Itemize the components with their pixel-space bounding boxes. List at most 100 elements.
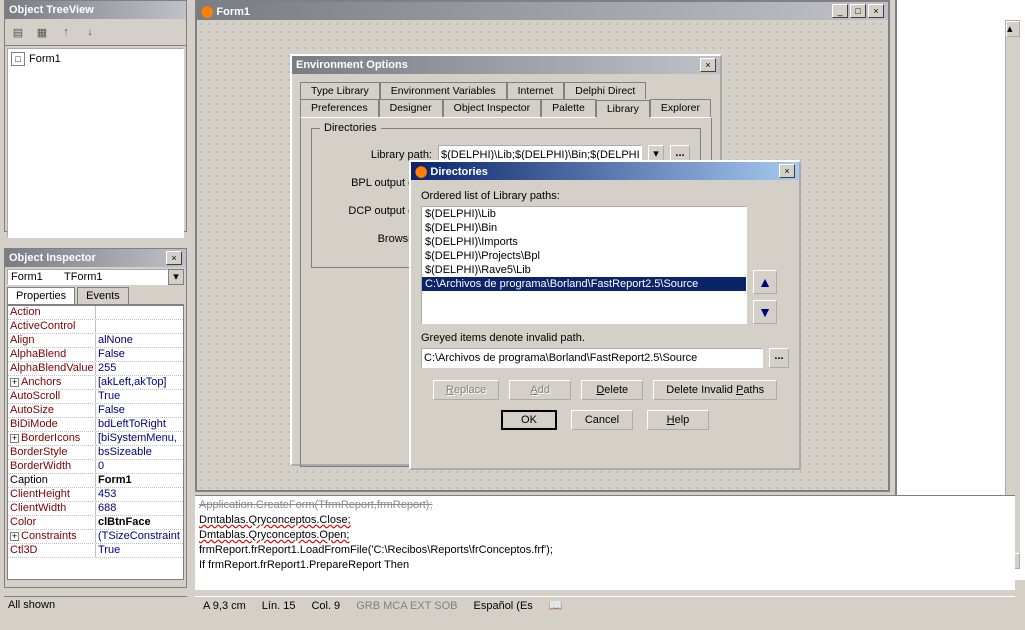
prop-row-constraints[interactable]: +Constraints(TSizeConstraint (8, 530, 183, 544)
tree-body[interactable]: □ Form1 (7, 48, 184, 238)
prop-value[interactable]: True (96, 544, 183, 557)
prop-row-borderstyle[interactable]: BorderStylebsSizeable (8, 446, 183, 460)
tree-down-icon[interactable]: ↓ (81, 23, 99, 41)
prop-row-alphablend[interactable]: AlphaBlendFalse (8, 348, 183, 362)
close-icon[interactable]: × (166, 251, 182, 265)
tab-type-library[interactable]: Type Library (300, 82, 380, 99)
book-icon[interactable]: 📖 (549, 599, 563, 612)
prop-name: Color (8, 516, 96, 529)
list-item[interactable]: C:\Archivos de programa\Borland\FastRepo… (422, 277, 746, 291)
prop-row-color[interactable]: ColorclBtnFace (8, 516, 183, 530)
expand-icon[interactable]: + (10, 532, 19, 541)
list-item[interactable]: $(DELPHI)\Rave5\Lib (422, 263, 746, 277)
prop-row-anchors[interactable]: +Anchors[akLeft,akTop] (8, 376, 183, 390)
status-flag: EXT (410, 600, 434, 612)
tab-designer[interactable]: Designer (379, 99, 443, 117)
tab-explorer[interactable]: Explorer (650, 99, 711, 117)
list-item[interactable]: $(DELPHI)\Imports (422, 235, 746, 249)
tree-tool-2-icon[interactable]: ▦ (33, 23, 51, 41)
prop-row-alphablendvalue[interactable]: AlphaBlendValue255 (8, 362, 183, 376)
dir-edit-input[interactable] (421, 348, 763, 368)
tree-up-icon[interactable]: ↑ (57, 23, 75, 41)
tab-events[interactable]: Events (77, 287, 129, 304)
prop-value[interactable]: [biSystemMenu, (96, 432, 183, 445)
tab-internet[interactable]: Internet (507, 82, 565, 99)
prop-row-caption[interactable]: CaptionForm1 (8, 474, 183, 488)
replace-button[interactable]: Replace (433, 380, 499, 400)
form-titlebar[interactable]: ⬤ Form1 _ □ × (197, 2, 888, 20)
prop-name: +Anchors (8, 376, 96, 389)
tab-environment-variables[interactable]: Environment Variables (380, 82, 507, 99)
scrollbar-vertical[interactable]: ▴ ▾ (1005, 20, 1021, 570)
prop-value[interactable]: [akLeft,akTop] (96, 376, 183, 389)
prop-value[interactable]: bsSizeable (96, 446, 183, 459)
expand-icon[interactable]: + (10, 434, 19, 443)
prop-row-bordericons[interactable]: +BorderIcons[biSystemMenu, (8, 432, 183, 446)
prop-row-clientheight[interactable]: ClientHeight453 (8, 488, 183, 502)
prop-row-activecontrol[interactable]: ActiveControl (8, 320, 183, 334)
prop-value[interactable]: 453 (96, 488, 183, 501)
inspector-combo-input[interactable] (7, 269, 168, 285)
prop-row-action[interactable]: Action (8, 306, 183, 320)
code-editor[interactable]: Application.CreateForm(TfrmReport,frmRep… (195, 495, 1015, 590)
prop-row-autosize[interactable]: AutoSizeFalse (8, 404, 183, 418)
inspector-object-combo[interactable]: ▾ (7, 269, 184, 285)
prop-name: AutoSize (8, 404, 96, 417)
prop-name: BiDiMode (8, 418, 96, 431)
tab-palette[interactable]: Palette (541, 99, 596, 117)
prop-value[interactable] (96, 306, 183, 319)
close-icon[interactable]: × (700, 58, 716, 72)
prop-value[interactable]: (TSizeConstraint (96, 530, 183, 543)
browse-button[interactable]: ... (769, 348, 789, 368)
close-icon[interactable]: × (779, 164, 795, 178)
prop-value[interactable]: clBtnFace (96, 516, 183, 529)
prop-row-ctl3d[interactable]: Ctl3DTrue (8, 544, 183, 558)
delete-button[interactable]: Delete (581, 380, 643, 400)
list-item[interactable]: $(DELPHI)\Projects\Bpl (422, 249, 746, 263)
prop-row-bidimode[interactable]: BiDiModebdLeftToRight (8, 418, 183, 432)
minimize-icon[interactable]: _ (832, 4, 848, 18)
tree-tool-1-icon[interactable]: ▤ (9, 23, 27, 41)
help-button[interactable]: Help (647, 410, 709, 430)
prop-value[interactable]: 0 (96, 460, 183, 473)
tab-library[interactable]: Library (596, 100, 650, 118)
tab-object-inspector[interactable]: Object Inspector (443, 99, 541, 117)
prop-value[interactable]: 688 (96, 502, 183, 515)
dir-listbox[interactable]: $(DELPHI)\Lib$(DELPHI)\Bin$(DELPHI)\Impo… (421, 206, 747, 324)
tab-preferences[interactable]: Preferences (300, 99, 379, 117)
prop-value[interactable]: alNone (96, 334, 183, 347)
prop-value[interactable]: 255 (96, 362, 183, 375)
prop-row-clientwidth[interactable]: ClientWidth688 (8, 502, 183, 516)
prop-value[interactable]: False (96, 404, 183, 417)
prop-value[interactable]: True (96, 390, 183, 403)
prop-value[interactable]: False (96, 348, 183, 361)
code-line-2: Dmtablas.Qryconceptos.Close; (199, 514, 351, 526)
list-item[interactable]: $(DELPHI)\Bin (422, 221, 746, 235)
list-item[interactable]: $(DELPHI)\Lib (422, 207, 746, 221)
prop-value[interactable]: bdLeftToRight (96, 418, 183, 431)
property-grid[interactable]: ActionActiveControlAlignalNoneAlphaBlend… (7, 305, 184, 580)
add-button[interactable]: Add (509, 380, 571, 400)
move-up-button[interactable]: ▲ (753, 270, 777, 294)
cancel-button[interactable]: Cancel (571, 410, 633, 430)
env-title: Environment Options (296, 59, 408, 71)
prop-row-align[interactable]: AlignalNone (8, 334, 183, 348)
prop-value[interactable] (96, 320, 183, 333)
dir-titlebar[interactable]: ⬤ Directories × (411, 162, 799, 180)
prop-row-autoscroll[interactable]: AutoScrollTrue (8, 390, 183, 404)
ok-button[interactable]: OK (501, 410, 557, 430)
expand-icon[interactable]: + (10, 378, 19, 387)
tree-item-form1[interactable]: □ Form1 (10, 51, 181, 67)
tab-delphi-direct[interactable]: Delphi Direct (564, 82, 646, 99)
close-icon[interactable]: × (868, 4, 884, 18)
maximize-icon[interactable]: □ (850, 4, 866, 18)
prop-name: ActiveControl (8, 320, 96, 333)
move-down-button[interactable]: ▼ (753, 300, 777, 324)
prop-value[interactable]: Form1 (96, 474, 183, 487)
prop-row-borderwidth[interactable]: BorderWidth0 (8, 460, 183, 474)
chevron-down-icon[interactable]: ▾ (168, 269, 184, 285)
env-titlebar[interactable]: Environment Options × (292, 56, 720, 74)
scroll-up-button[interactable]: ▴ (1006, 21, 1020, 37)
tab-properties[interactable]: Properties (7, 287, 75, 304)
delete-invalid-button[interactable]: Delete Invalid Paths (653, 380, 777, 400)
